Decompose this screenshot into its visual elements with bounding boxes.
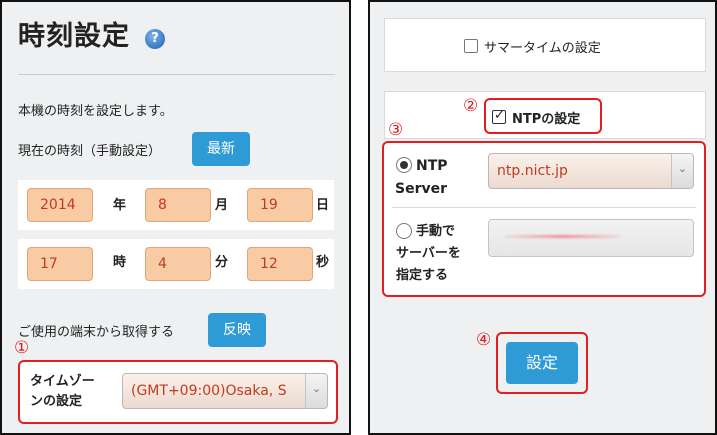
redacted-server-text	[505, 235, 621, 238]
annotation-marker-2: ②	[463, 96, 479, 116]
summer-time-checkbox[interactable]	[464, 39, 478, 53]
ntp-checkbox[interactable]	[492, 108, 506, 124]
manual-server-radio[interactable]	[396, 223, 412, 239]
ntp-label: NTPの設定	[512, 112, 581, 127]
hour-unit: 時	[113, 255, 127, 270]
month-unit: 月	[215, 198, 229, 213]
minute-field[interactable]: 4	[145, 247, 211, 281]
summer-time-label: サマータイムの設定	[484, 41, 601, 56]
ntp-checkbox-highlight: NTPの設定	[484, 98, 602, 134]
day-field[interactable]: 19	[247, 188, 313, 222]
timezone-label-line1: タイムゾー	[30, 374, 95, 389]
second-field[interactable]: 12	[247, 247, 313, 281]
timezone-label-line2: ンの設定	[30, 394, 83, 409]
row-divider	[392, 207, 696, 208]
timezone-highlight: タイムゾー ンの設定 (GMT+09:00)Osaka, S ⌄	[18, 360, 338, 424]
ntp-server-value: ntp.nict.jp	[497, 163, 568, 179]
manual-label-line3: 指定する	[396, 268, 449, 283]
manual-label-line2: サーバーを	[396, 246, 461, 261]
ntp-server-label-line2: Server	[395, 181, 448, 197]
title-divider	[18, 74, 335, 75]
refresh-button[interactable]: 最新	[192, 132, 250, 166]
annotation-marker-4: ④	[476, 330, 492, 350]
annotation-marker-1: ①	[14, 338, 30, 358]
date-row: 2014 年 8 月 19 日	[18, 180, 334, 230]
chevron-down-icon: ⌄	[671, 154, 693, 188]
timezone-label: タイムゾー ンの設定	[30, 372, 95, 412]
ntp-server-radio[interactable]	[396, 157, 412, 173]
description-text: 本機の時刻を設定します。	[18, 104, 173, 119]
ntp-server-select[interactable]: ntp.nict.jp ⌄	[488, 153, 694, 189]
time-row: 17 時 4 分 12 秒	[18, 239, 334, 289]
hour-field[interactable]: 17	[27, 247, 93, 281]
manual-label-line1: 手動で	[416, 224, 456, 239]
ntp-server-label: NTP Server	[395, 155, 448, 201]
year-field[interactable]: 2014	[27, 188, 93, 222]
minute-unit: 分	[215, 255, 229, 270]
set-button-highlight: 設定	[496, 332, 588, 394]
set-button[interactable]: 設定	[506, 342, 578, 384]
apply-button[interactable]: 反映	[208, 313, 266, 347]
second-unit: 秒	[316, 255, 330, 270]
ntp-server-highlight: NTP Server ntp.nict.jp ⌄ 手動で サーバーを 指定する	[382, 141, 706, 297]
manual-server-input[interactable]	[488, 219, 694, 257]
timezone-value: (GMT+09:00)Osaka, S	[131, 383, 287, 399]
timezone-select[interactable]: (GMT+09:00)Osaka, S ⌄	[122, 373, 328, 409]
summer-time-card: サマータイムの設定	[384, 18, 706, 72]
manual-server-label: 手動で サーバーを 指定する	[396, 221, 461, 287]
ntp-settings-panel: サマータイムの設定 ② NTPの設定 ③ NTP Server ntp.nict…	[368, 0, 717, 435]
help-icon[interactable]: ?	[145, 29, 165, 49]
ntp-server-label-line1: NTP	[416, 158, 448, 174]
current-time-label: 現在の時刻（手動設定）	[18, 144, 162, 159]
year-unit: 年	[113, 198, 127, 213]
day-unit: 日	[316, 198, 330, 213]
device-sync-label: ご使用の端末から取得する	[18, 325, 175, 340]
annotation-marker-3: ③	[388, 120, 404, 140]
chevron-down-icon: ⌄	[305, 374, 327, 408]
page-title: 時刻設定	[18, 21, 130, 52]
time-settings-panel: 時刻設定 ? 本機の時刻を設定します。 現在の時刻（手動設定） 最新 2014 …	[0, 0, 351, 435]
month-field[interactable]: 8	[145, 188, 211, 222]
